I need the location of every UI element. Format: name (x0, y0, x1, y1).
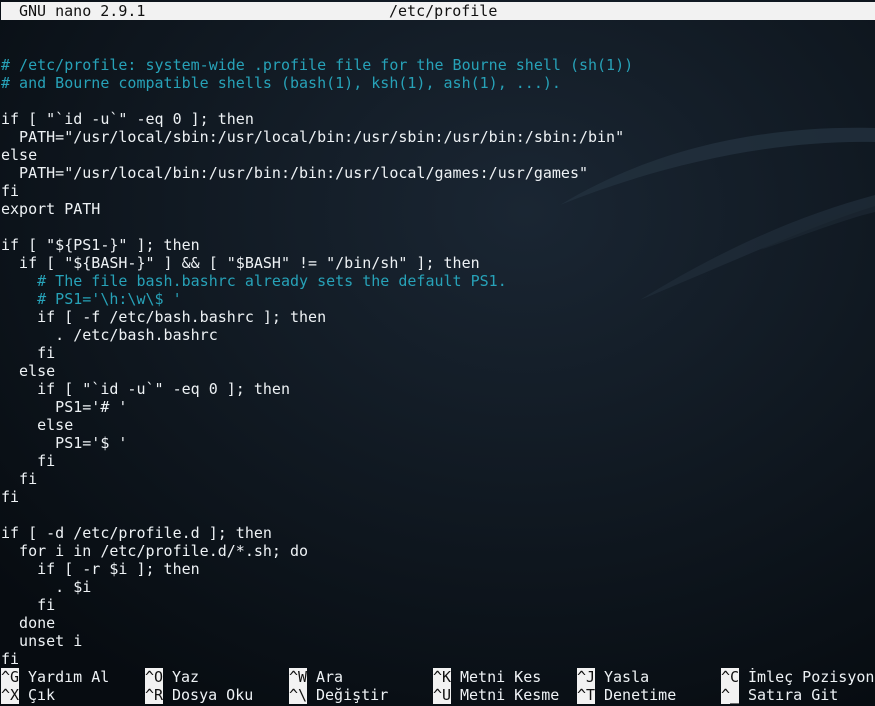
code-line: fi (1, 470, 38, 488)
code-line: fi (1, 596, 56, 614)
shortcut-label: Dosya Oku (172, 686, 254, 704)
shortcut-label: Değiştir (316, 686, 389, 704)
code-line: if [ "`id -u`" -eq 0 ]; then (1, 380, 290, 398)
shortcut-label: Denetime (604, 686, 677, 704)
file-name-label: /etc/profile (389, 2, 498, 20)
shortcut-where-is[interactable]: ^W Ara (289, 668, 343, 686)
code-line: fi (1, 452, 56, 470)
code-line: done (1, 614, 56, 632)
shortcut-label: Yaz (172, 668, 200, 686)
comment-line: # The file bash.bashrc already sets the … (1, 272, 507, 290)
shortcut-replace[interactable]: ^\ Değiştir (289, 686, 388, 704)
shortcut-exit[interactable]: ^X Çık (1, 686, 55, 704)
shortcut-key: ^\ (289, 686, 308, 704)
shortcut-uncut-text[interactable]: ^U Metni Kesme (433, 686, 559, 704)
nano-title-bar: GNU nano 2.9.1 /etc/profile (1, 2, 875, 20)
shortcut-label: Satıra Git (748, 686, 839, 704)
shortcut-bar: ^G Yardım Al ^O Yaz ^W Ara ^K Metni Kes ^J Yasla ^… (1, 668, 875, 704)
shortcut-justify[interactable]: ^J Yasla (577, 668, 649, 686)
shortcut-write-out[interactable]: ^O Yaz (145, 668, 199, 686)
comment-line: # PS1='\h:\w\$ ' (1, 290, 182, 308)
shortcut-label: Yardım Al (28, 668, 110, 686)
code-line: if [ -r $i ]; then (1, 560, 200, 578)
code-line: else (1, 362, 56, 380)
code-line: if [ "${BASH-}" ] && [ "$BASH" != "/bin/… (1, 254, 480, 272)
code-line: if [ "${PS1-}" ]; then (1, 236, 200, 254)
shortcut-key: ^R (145, 686, 164, 704)
shortcut-read-file[interactable]: ^R Dosya Oku (145, 686, 253, 704)
shortcut-key: ^_ (721, 686, 740, 704)
shortcut-label: Metni Kesme (460, 686, 560, 704)
code-line: . /etc/bash.bashrc (1, 326, 218, 344)
shortcut-row-2: ^X Çık ^R Dosya Oku ^\ Değiştir ^U Metni Kesme ^… (1, 686, 875, 704)
code-line: fi (1, 650, 20, 668)
shortcut-label: Ara (316, 668, 344, 686)
code-line: PS1='# ' (1, 398, 128, 416)
shortcut-key: ^G (1, 668, 20, 686)
shortcut-label: Metni Kes (460, 668, 542, 686)
shortcut-key: ^C (721, 668, 740, 686)
code-line: fi (1, 182, 20, 200)
shortcut-key: ^X (1, 686, 20, 704)
code-line: if [ -d /etc/profile.d ]; then (1, 524, 272, 542)
code-line: fi (1, 488, 20, 506)
code-line: for i in /etc/profile.d/*.sh; do (1, 542, 309, 560)
shortcut-label: Çık (28, 686, 56, 704)
shortcut-to-spell[interactable]: ^T Denetime (577, 686, 676, 704)
code-line: unset i (1, 632, 83, 650)
code-line: fi (1, 344, 56, 362)
code-line: export PATH (1, 200, 101, 218)
shortcut-go-to-line[interactable]: ^_ Satıra Git (721, 686, 838, 704)
shortcut-key: ^W (289, 668, 308, 686)
code-line: if [ "`id -u`" -eq 0 ]; then (1, 110, 254, 128)
shortcut-label: İmleç Pozisyonu (748, 668, 875, 686)
shortcut-cursor-position[interactable]: ^C İmleç Pozisyonu (721, 668, 875, 686)
code-line: PATH="/usr/local/bin:/usr/bin:/bin:/usr/… (1, 164, 588, 182)
shortcut-key: ^O (145, 668, 164, 686)
app-version-label: GNU nano 2.9.1 (19, 2, 146, 20)
shortcut-cut-text[interactable]: ^K Metni Kes (433, 668, 541, 686)
code-line: else (1, 146, 38, 164)
comment-line: # and Bourne compatible shells (bash(1),… (1, 74, 561, 92)
code-line: . $i (1, 578, 92, 596)
shortcut-help[interactable]: ^G Yardım Al (1, 668, 109, 686)
shortcut-key: ^U (433, 686, 452, 704)
code-line: PATH="/usr/local/sbin:/usr/local/bin:/us… (1, 128, 625, 146)
code-line: if [ -f /etc/bash.bashrc ]; then (1, 308, 327, 326)
code-line: else (1, 416, 74, 434)
shortcut-row-1: ^G Yardım Al ^O Yaz ^W Ara ^K Metni Kes ^J Yasla ^… (1, 668, 875, 686)
editor-text-area[interactable]: # /etc/profile: system-wide .profile fil… (1, 38, 875, 668)
code-line: PS1='$ ' (1, 434, 128, 452)
shortcut-key: ^T (577, 686, 596, 704)
shortcut-key: ^J (577, 668, 596, 686)
shortcut-key: ^K (433, 668, 452, 686)
comment-line: # /etc/profile: system-wide .profile fil… (1, 56, 634, 74)
shortcut-label: Yasla (604, 668, 650, 686)
